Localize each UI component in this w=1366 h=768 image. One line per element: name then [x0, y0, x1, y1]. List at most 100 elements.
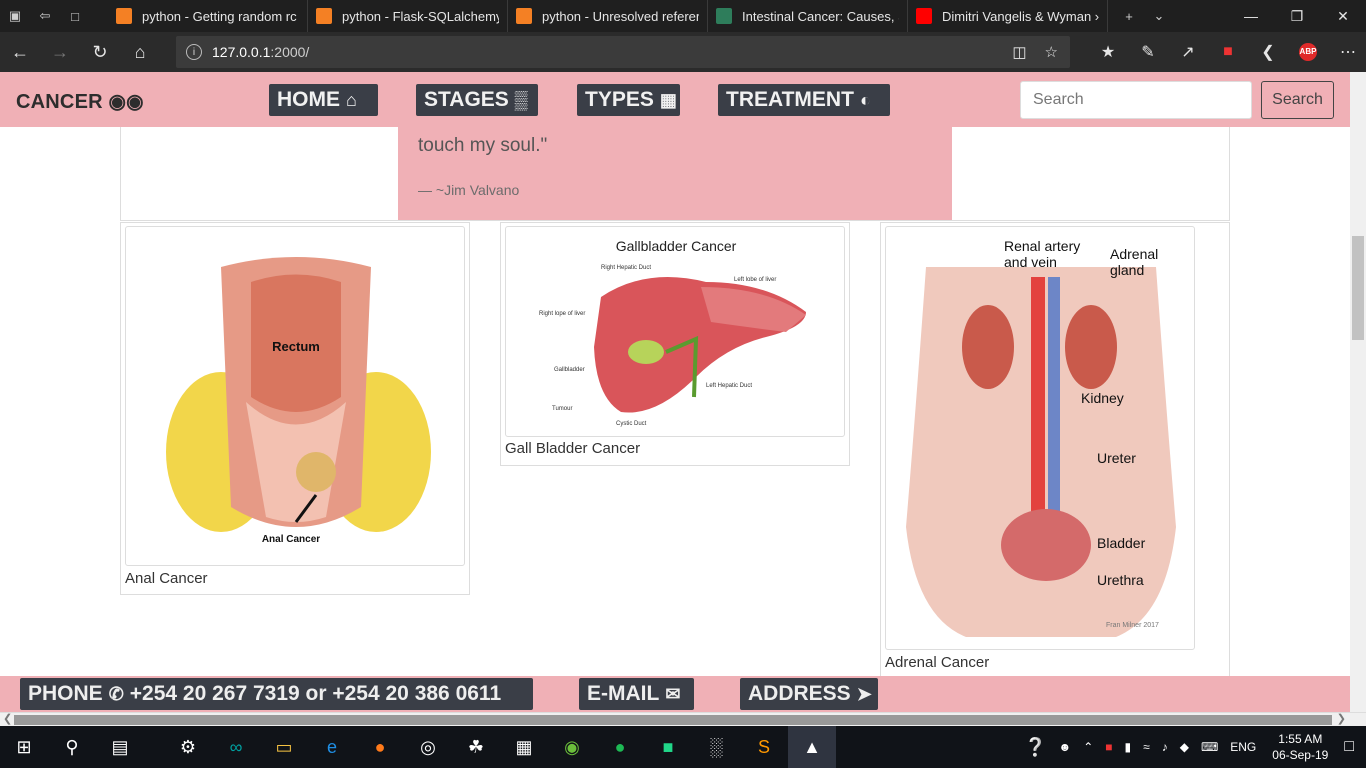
minimize-icon[interactable]: — [1228, 8, 1274, 25]
volume-icon[interactable]: ♪ [1162, 740, 1168, 754]
new-tab-icon[interactable]: + [1114, 0, 1144, 32]
tab-list-icon[interactable]: □ [60, 0, 90, 32]
arduino-icon[interactable]: ∞ [212, 726, 260, 768]
antivirus-icon[interactable]: ■ [1105, 740, 1112, 754]
phone-slash-icon: ✆ [108, 683, 124, 704]
horizontal-scrollbar[interactable]: ❮ ❯ [0, 712, 1366, 726]
browser-tab[interactable]: Intestinal Cancer: Causes, Sy [708, 0, 908, 32]
email-pill[interactable]: E-MAIL ✉ [579, 678, 694, 710]
people-icon[interactable]: ☻ [1059, 740, 1072, 754]
favorite-star-icon[interactable]: ☆ [1045, 43, 1058, 61]
settings-icon[interactable]: ⚙ [164, 726, 212, 768]
browser-tab[interactable]: python - Flask-SQLalchemy [308, 0, 508, 32]
back-icon[interactable]: ← [0, 32, 40, 72]
forward-icon[interactable]: → [40, 32, 80, 72]
browser-tab[interactable]: python - Unresolved referer [508, 0, 708, 32]
favorites-icon[interactable]: ★ [1088, 42, 1128, 62]
stackoverflow-icon [116, 8, 132, 24]
share-icon[interactable]: ↗ [1168, 42, 1208, 62]
quote-text: touch my soul." [418, 135, 548, 156]
keyboard-icon[interactable]: ⌨ [1201, 740, 1218, 754]
browser-tab[interactable]: Dimitri Vangelis & Wyman › [908, 0, 1108, 32]
binoculars-icon: ◉◉ [108, 91, 144, 113]
edge-icon[interactable]: e [308, 726, 356, 768]
more-icon[interactable]: ⋯ [1328, 42, 1366, 62]
top-navbar: CANCER ◉◉ HOME ⌂ STAGES ▒ TYPES ▦ TREATMENT… [0, 72, 1350, 127]
liver-label: Left Hepatic Duct [706, 383, 752, 389]
nav-types[interactable]: TYPES ▦ [577, 84, 680, 116]
tab-preview-icon[interactable]: ▣ [0, 0, 30, 32]
notifications-icon[interactable]: □ [1344, 738, 1354, 756]
rectum-label: Rectum [272, 339, 320, 354]
url-text: 127.0.0.1:2000/ [212, 44, 310, 60]
task-view-icon[interactable]: ▤ [96, 726, 144, 768]
search-button[interactable]: Search [1261, 81, 1334, 119]
language-indicator[interactable]: ENG [1230, 740, 1256, 754]
restore-icon[interactable]: ❐ [1274, 8, 1320, 25]
stackoverflow-icon [516, 8, 532, 24]
contact-footer: PHONE ✆ +254 20 267 7319 or +254 20 386 06… [0, 676, 1350, 712]
sublime-text-icon[interactable]: S [740, 726, 788, 768]
set-aside-tabs-icon[interactable]: ⇦ [30, 0, 60, 32]
card-caption[interactable]: Anal Cancer [125, 570, 208, 587]
signal-icon: ▒ [514, 89, 528, 110]
chevron-left-icon[interactable]: ❮ [1248, 42, 1288, 62]
chart-app-icon[interactable]: ░ [692, 726, 740, 768]
refresh-icon[interactable]: ↻ [80, 32, 120, 72]
help-icon[interactable]: ❔ [1024, 737, 1046, 758]
info-icon[interactable]: i [186, 44, 202, 60]
file-explorer-icon[interactable]: ▭ [260, 726, 308, 768]
dropbox-icon[interactable]: ◆ [1180, 740, 1189, 754]
adrenal-cancer-image: Renal artery and vein Adrenal gland Kidn… [885, 226, 1195, 650]
stackoverflow-icon [316, 8, 332, 24]
reading-view-icon[interactable]: ◫ [1012, 43, 1026, 61]
brand-logo[interactable]: CANCER ◉◉ [16, 89, 144, 114]
liver-label: Cystic Duct [616, 421, 647, 427]
start-icon[interactable]: ⊞ [0, 726, 48, 768]
browser-tab[interactable]: python - Getting random rc [108, 0, 308, 32]
paint-icon[interactable]: ☘ [452, 726, 500, 768]
card-caption[interactable]: Gall Bladder Cancer [505, 440, 640, 457]
anal-cancer-image: Rectum Anal Cancer [125, 226, 465, 566]
wifi-icon[interactable]: ≈ [1143, 740, 1150, 754]
grid-icon: ▦ [659, 89, 677, 110]
home-icon[interactable]: ⌂ [120, 32, 160, 72]
chevron-up-icon[interactable]: ⌃ [1083, 740, 1093, 754]
close-icon[interactable]: ✕ [1320, 8, 1366, 25]
search-input[interactable]: Search [1020, 81, 1252, 119]
photos-icon[interactable]: ▲ [788, 726, 836, 768]
pen-icon[interactable]: ✎ [1128, 42, 1168, 62]
envelope-icon: ✉ [665, 683, 681, 704]
battery-icon[interactable]: ▮ [1125, 740, 1132, 754]
store-icon[interactable]: ▦ [500, 726, 548, 768]
android-studio-icon[interactable]: ◉ [548, 726, 596, 768]
scrollbar-thumb[interactable] [1352, 236, 1364, 340]
chevron-down-icon[interactable]: ⌄ [1144, 0, 1174, 32]
spotify-icon[interactable]: ● [596, 726, 644, 768]
adblock-icon[interactable]: ABP [1299, 43, 1317, 61]
nav-stages[interactable]: STAGES ▒ [416, 84, 538, 116]
address-pill[interactable]: ADDRESS ➤ [740, 678, 878, 710]
extension-icon[interactable]: ■ [1208, 43, 1248, 61]
browser-tab-strip: ▣ ⇦ □ python - Getting random rc python … [0, 0, 1366, 32]
scrollbar-thumb[interactable] [14, 715, 1332, 725]
organ-label: Kidney [1081, 390, 1124, 406]
scroll-left-icon[interactable]: ❮ [3, 712, 12, 725]
pycharm-icon[interactable]: ■ [644, 726, 692, 768]
clock[interactable]: 1:55 AM 06-Sep-19 [1272, 731, 1328, 763]
card-caption[interactable]: Adrenal Cancer [885, 654, 989, 671]
phone-pill[interactable]: PHONE ✆ +254 20 267 7319 or +254 20 386 06… [20, 678, 533, 710]
organ-label: gland [1110, 262, 1144, 278]
address-bar-row: ← → ↻ ⌂ i 127.0.0.1:2000/ ◫ ☆ ★ ✎ ↗ ■ ❮ … [0, 32, 1366, 72]
vertical-scrollbar[interactable] [1350, 72, 1366, 712]
organ-label: Bladder [1097, 535, 1146, 551]
firefox-icon[interactable]: ● [356, 726, 404, 768]
organ-label: Renal artery [1004, 238, 1080, 254]
organ-label: and vein [1004, 254, 1057, 270]
media-icon[interactable]: ◎ [404, 726, 452, 768]
nav-treatment[interactable]: TREATMENT ◐ [718, 84, 890, 116]
nav-home[interactable]: HOME ⌂ [269, 84, 378, 116]
search-icon[interactable]: ⚲ [48, 726, 96, 768]
url-field[interactable]: i 127.0.0.1:2000/ ◫ ☆ [176, 36, 1070, 68]
scroll-right-icon[interactable]: ❯ [1337, 712, 1346, 725]
